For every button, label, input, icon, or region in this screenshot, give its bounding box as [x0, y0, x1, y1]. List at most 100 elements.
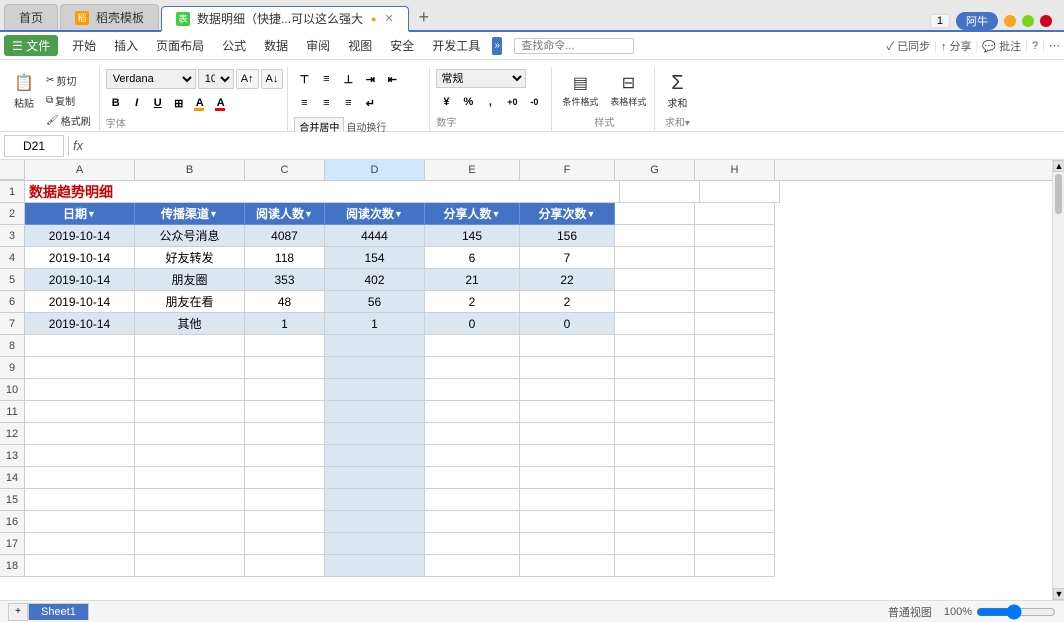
cell-12-1[interactable]: [135, 423, 245, 445]
cell-5C[interactable]: 353: [245, 269, 325, 291]
row-header-3[interactable]: 3: [0, 225, 25, 247]
menu-security[interactable]: 安全: [382, 35, 422, 56]
cell-5A[interactable]: 2019-10-14: [25, 269, 135, 291]
col-header-D[interactable]: D: [325, 160, 425, 180]
cell-5E[interactable]: 21: [425, 269, 520, 291]
cell-3E[interactable]: 145: [425, 225, 520, 247]
cell-12-2[interactable]: [245, 423, 325, 445]
cell-17-0[interactable]: [25, 533, 135, 555]
cell-6H[interactable]: [695, 291, 775, 313]
cell-8-3[interactable]: [325, 335, 425, 357]
percent-btn[interactable]: %: [458, 92, 478, 112]
cell-14-4[interactable]: [425, 467, 520, 489]
cell-7H[interactable]: [695, 313, 775, 335]
cell-5D[interactable]: 402: [325, 269, 425, 291]
decrease-font-btn[interactable]: A↓: [261, 69, 284, 89]
cell-8-6[interactable]: [615, 335, 695, 357]
cell-13-3[interactable]: [325, 445, 425, 467]
cell-18-1[interactable]: [135, 555, 245, 577]
table-style-btn[interactable]: ⊟ 表格样式: [606, 69, 650, 110]
row-header-14[interactable]: 14: [0, 467, 25, 489]
header-reads[interactable]: 阅读次数 ▼: [325, 203, 425, 225]
cell-9-0[interactable]: [25, 357, 135, 379]
cell-12-3[interactable]: [325, 423, 425, 445]
menu-insert[interactable]: 插入: [106, 35, 146, 56]
cell-13-2[interactable]: [245, 445, 325, 467]
cell-7E[interactable]: 0: [425, 313, 520, 335]
row-header-8[interactable]: 8: [0, 335, 25, 357]
tab-data[interactable]: 表 数据明细（快捷...可以这么强大 ● ✕: [161, 6, 409, 32]
underline-btn[interactable]: U: [148, 93, 168, 113]
cell-11-2[interactable]: [245, 401, 325, 423]
col-header-C[interactable]: C: [245, 160, 325, 180]
cell-9-7[interactable]: [695, 357, 775, 379]
menu-review[interactable]: 审阅: [298, 35, 338, 56]
row-header-1[interactable]: 1: [0, 181, 25, 203]
sum-btn[interactable]: Σ 求和: [661, 69, 693, 112]
cell-16-3[interactable]: [325, 511, 425, 533]
cell-10-2[interactable]: [245, 379, 325, 401]
menu-formula[interactable]: 公式: [214, 35, 254, 56]
cell-9-1[interactable]: [135, 357, 245, 379]
col-header-G[interactable]: G: [615, 160, 695, 180]
cell-5F[interactable]: 22: [520, 269, 615, 291]
cell-11-7[interactable]: [695, 401, 775, 423]
cell-18-7[interactable]: [695, 555, 775, 577]
cell-13-6[interactable]: [615, 445, 695, 467]
cell-6C[interactable]: 48: [245, 291, 325, 313]
cell-2G[interactable]: [615, 203, 695, 225]
increase-font-btn[interactable]: A↑: [236, 69, 259, 89]
cell-18-0[interactable]: [25, 555, 135, 577]
increase-decimal-btn[interactable]: +0: [502, 92, 522, 112]
cell-5B[interactable]: 朋友圈: [135, 269, 245, 291]
header-channel[interactable]: 传播渠道 ▼: [135, 203, 245, 225]
cell-4H[interactable]: [695, 247, 775, 269]
currency-btn[interactable]: ¥: [436, 92, 456, 112]
menu-start[interactable]: 开始: [64, 35, 104, 56]
cell-16-6[interactable]: [615, 511, 695, 533]
cell-14-6[interactable]: [615, 467, 695, 489]
search-input[interactable]: [514, 38, 634, 54]
row-header-18[interactable]: 18: [0, 555, 25, 577]
cell-11-6[interactable]: [615, 401, 695, 423]
cell-17-1[interactable]: [135, 533, 245, 555]
cell-8-1[interactable]: [135, 335, 245, 357]
cell-16-2[interactable]: [245, 511, 325, 533]
cell-8-5[interactable]: [520, 335, 615, 357]
win-minimize[interactable]: [1004, 15, 1016, 27]
sheet-tab-1[interactable]: Sheet1: [28, 603, 89, 620]
win-maximize[interactable]: [1022, 15, 1034, 27]
copy-button[interactable]: ⧉ 复制: [42, 91, 95, 110]
cell-4B[interactable]: 好友转发: [135, 247, 245, 269]
row-header-13[interactable]: 13: [0, 445, 25, 467]
cell-14-5[interactable]: [520, 467, 615, 489]
cell-8-7[interactable]: [695, 335, 775, 357]
cell-18-5[interactable]: [520, 555, 615, 577]
cell-8-4[interactable]: [425, 335, 520, 357]
row-header-5[interactable]: 5: [0, 269, 25, 291]
cell-11-0[interactable]: [25, 401, 135, 423]
cell-18-4[interactable]: [425, 555, 520, 577]
cell-16-5[interactable]: [520, 511, 615, 533]
cell-4C[interactable]: 118: [245, 247, 325, 269]
cell-10-5[interactable]: [520, 379, 615, 401]
align-bottom-btn[interactable]: ⊥: [338, 69, 358, 89]
cell-4D[interactable]: 154: [325, 247, 425, 269]
col-header-A[interactable]: A: [25, 160, 135, 180]
col-header-B[interactable]: B: [135, 160, 245, 180]
col-header-E[interactable]: E: [425, 160, 520, 180]
fill-color-btn[interactable]: A: [190, 93, 210, 113]
cell-3H[interactable]: [695, 225, 775, 247]
header-date[interactable]: 日期 ▼: [25, 203, 135, 225]
cell-15-5[interactable]: [520, 489, 615, 511]
cell-1H[interactable]: [700, 181, 780, 203]
cell-12-0[interactable]: [25, 423, 135, 445]
more-btn[interactable]: ⋯: [1049, 39, 1060, 52]
share-btn[interactable]: ↑ 分享: [941, 38, 972, 54]
header-shares[interactable]: 分享次数 ▼: [520, 203, 615, 225]
indent-right-btn[interactable]: ⇥: [360, 69, 380, 89]
cell-14-3[interactable]: [325, 467, 425, 489]
align-middle-btn[interactable]: ≡: [316, 69, 336, 89]
align-center-btn[interactable]: ≡: [316, 93, 336, 113]
cell-3D[interactable]: 4444: [325, 225, 425, 247]
